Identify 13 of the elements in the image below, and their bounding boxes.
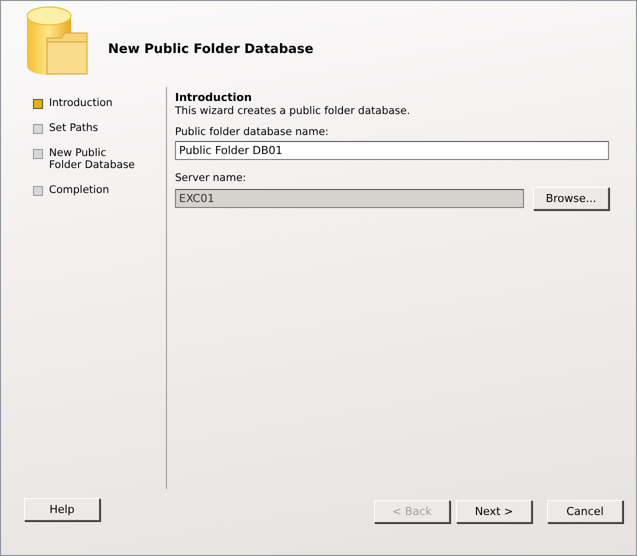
step-label: Introduction	[49, 97, 114, 109]
page-heading: Introduction	[175, 91, 253, 104]
field-label: Server name:	[175, 172, 248, 184]
wizard-title: New Public Folder Database	[108, 42, 314, 56]
step-label: New Public Folder Database	[49, 147, 136, 171]
input-field[interactable]: Public Folder DB01	[175, 141, 609, 160]
page-description: This wizard creates a public folder database.	[175, 105, 412, 117]
footer-button[interactable]: Next >	[456, 500, 532, 523]
step-label: Set Paths	[49, 122, 100, 134]
step-label: Completion	[49, 184, 110, 196]
field-label: Public folder database name:	[175, 126, 330, 138]
footer-button[interactable]: Help	[24, 498, 100, 521]
footer-button[interactable]: Cancel	[547, 500, 623, 523]
